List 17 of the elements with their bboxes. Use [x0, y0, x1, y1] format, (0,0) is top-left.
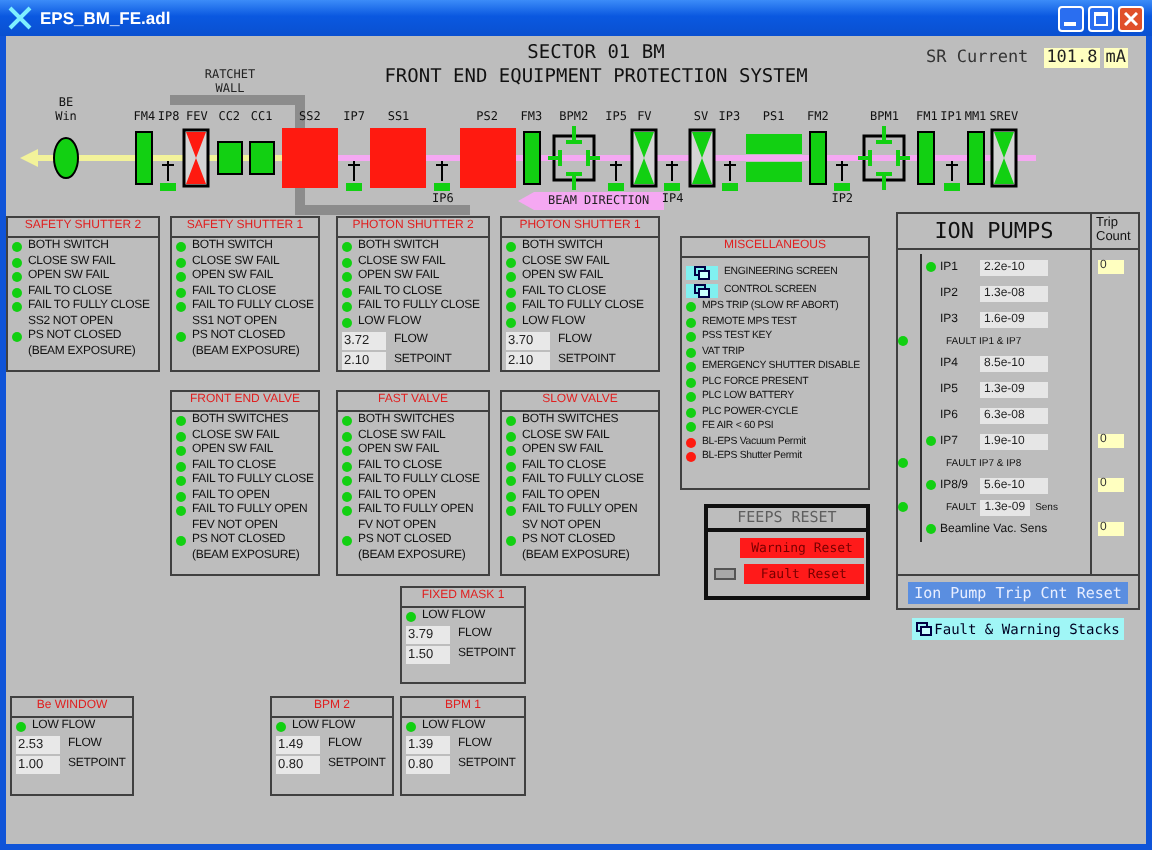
related-display-button[interactable]	[686, 266, 718, 280]
panel-title: ION PUMPS	[932, 216, 1056, 248]
screen-title: FRONT END EQUIPMENT PROTECTION SYSTEM	[384, 66, 808, 90]
app-icon	[8, 6, 32, 30]
sr-current-unit: mA	[1103, 48, 1129, 68]
close-button[interactable]	[1118, 5, 1144, 31]
arrow-icon	[518, 192, 534, 210]
related-display-button[interactable]	[686, 284, 718, 298]
windows-icon	[916, 622, 933, 636]
maximize-button[interactable]	[1088, 5, 1114, 31]
close-icon	[1124, 11, 1138, 25]
minimize-button[interactable]	[1058, 5, 1084, 31]
sr-current-value: 101.8	[1044, 48, 1100, 68]
maximize-icon	[1094, 11, 1108, 25]
window-title: EPS_BM_FE.adl	[40, 8, 171, 28]
sr-current-label: SR Current	[926, 48, 1029, 68]
screen-title: SECTOR 01 BM	[527, 42, 665, 66]
